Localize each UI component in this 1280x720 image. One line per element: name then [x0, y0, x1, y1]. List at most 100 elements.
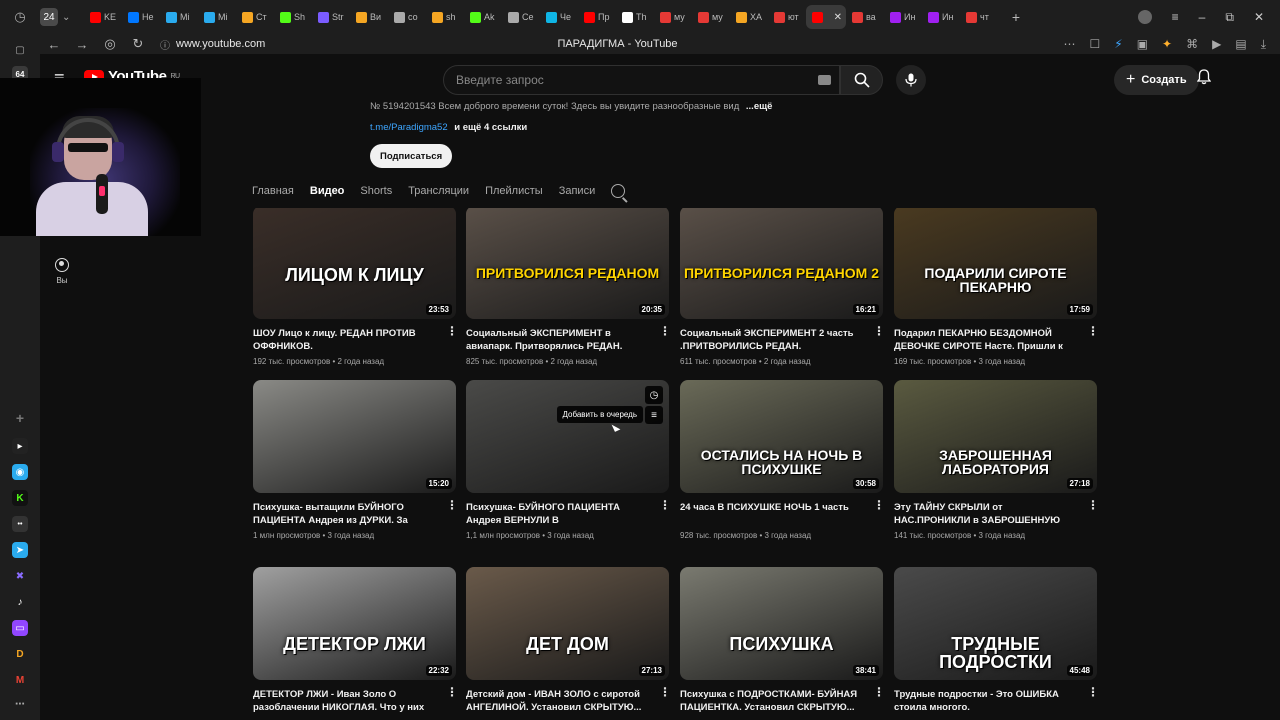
video-title[interactable]: Социальный ЭКСПЕРИМЕНТ 2 часть .ПРИТВОРИ…: [680, 327, 866, 353]
browser-tab[interactable]: Mi: [160, 5, 198, 29]
watch-later-icon[interactable]: ◷: [645, 386, 663, 404]
collections-icon[interactable]: ▤: [1235, 37, 1246, 52]
video-options-icon[interactable]: ⋮: [446, 686, 458, 698]
subscribe-button[interactable]: Подписаться: [370, 144, 453, 168]
bolt-icon[interactable]: ⚡: [1114, 37, 1122, 52]
video-options-icon[interactable]: ⋮: [1087, 686, 1099, 698]
video-options-icon[interactable]: ⋮: [659, 686, 671, 698]
browser-tab[interactable]: Mi: [198, 5, 236, 29]
browser-tab[interactable]: му: [692, 5, 730, 29]
video-card[interactable]: ОСТАЛИСЬ НА НОЧЬ В ПСИХУШКЕ 30:58 24 часа …: [680, 380, 885, 540]
video-title[interactable]: ШОУ Лицо к лицу. РЕДАН ПРОТИВ ОФФНИКОВ.: [253, 327, 439, 353]
play-icon[interactable]: ▶: [1212, 37, 1221, 52]
video-card[interactable]: ПСИХУШКА 38:41 Психушка с ПОДРОСТКАМИ- БУЙ…: [680, 567, 885, 714]
app-icon-dm[interactable]: ▸: [12, 438, 28, 454]
tab-2[interactable]: Shorts: [360, 180, 392, 202]
menu-icon[interactable]: ≡: [1172, 10, 1179, 24]
kick-icon[interactable]: K: [12, 490, 28, 506]
video-thumbnail[interactable]: ДЕТЕКТОР ЛЖИ 22:32: [253, 567, 456, 680]
browser-tab[interactable]: му: [654, 5, 692, 29]
puzzle-icon[interactable]: ⌘: [1186, 37, 1198, 52]
video-thumbnail[interactable]: ПОДАРИЛИ СИРОТЕ ПЕКАРНЮ 17:59: [894, 208, 1097, 319]
video-options-icon[interactable]: ⋮: [659, 499, 671, 511]
video-card[interactable]: ДЕТ ДОМ 27:13 Детский дом - ИВАН ЗОЛО с си…: [466, 567, 671, 714]
create-button[interactable]: + Создать: [1114, 65, 1199, 95]
restore-button[interactable]: ⧉: [1225, 10, 1234, 25]
video-card[interactable]: ЛИЦОМ К ЛИЦУ 23:53 ШОУ Лицо к лицу. РЕДАН …: [253, 208, 458, 366]
notifications-bell-icon[interactable]: [1196, 69, 1212, 88]
tab-3[interactable]: Трансляции: [408, 180, 469, 202]
tab-counter[interactable]: 24: [40, 8, 58, 26]
video-thumbnail[interactable]: ТРУДНЫЕ ПОДРОСТКИ 45:48: [894, 567, 1097, 680]
video-title[interactable]: Эту ТАЙНУ СКРЫЛИ от НАС.ПРОНИКЛИ в ЗАБРО…: [894, 501, 1080, 527]
vpn-icon[interactable]: ✦: [1162, 37, 1172, 52]
video-thumbnail[interactable]: ДЕТ ДОМ 27:13: [466, 567, 669, 680]
video-options-icon[interactable]: ⋮: [873, 686, 885, 698]
video-options-icon[interactable]: ⋮: [1087, 499, 1099, 511]
browser-tab[interactable]: Ин: [884, 5, 922, 29]
video-title[interactable]: Подарил ПЕКАРНЮ БЕЗДОМНОЙ ДЕВОЧКЕ СИРОТЕ…: [894, 327, 1080, 353]
browser-tab[interactable]: sh: [426, 5, 464, 29]
video-card[interactable]: ПОДАРИЛИ СИРОТЕ ПЕКАРНЮ 17:59 Подарил ПЕКА…: [894, 208, 1099, 366]
browser-tab[interactable]: Се: [502, 5, 540, 29]
tab-0[interactable]: Главная: [252, 180, 294, 202]
browser-tab[interactable]: Не: [122, 5, 160, 29]
telegram-icon[interactable]: ➤: [12, 542, 28, 558]
browser-tab[interactable]: Sh: [274, 5, 312, 29]
keyboard-icon[interactable]: [818, 75, 831, 85]
video-options-icon[interactable]: ⋮: [659, 325, 671, 337]
tiktok-icon[interactable]: ♪: [12, 594, 28, 610]
more-icon[interactable]: ⋯: [1064, 37, 1076, 52]
tab-1[interactable]: Видео: [310, 180, 345, 202]
description-more-link[interactable]: ...ещё: [746, 101, 773, 112]
tabs-panel-icon[interactable]: ▢: [12, 42, 28, 58]
donate-icon[interactable]: D: [12, 646, 28, 662]
reader-icon[interactable]: ◎: [96, 36, 124, 52]
video-title[interactable]: Детский дом - ИВАН ЗОЛО с сиротой АНГЕЛИ…: [466, 688, 652, 714]
video-card[interactable]: ◷ ≡ Добавить в очередь Психушка- БУЙНОГО ПА…: [466, 380, 671, 540]
video-title[interactable]: Трудные подростки - Это ОШИБКА стоила мн…: [894, 688, 1080, 714]
add-panel-icon[interactable]: +: [12, 410, 28, 426]
browser-tab[interactable]: Ст: [236, 5, 274, 29]
video-thumbnail[interactable]: ◷ ≡ Добавить в очередь: [466, 380, 669, 493]
video-card[interactable]: ДЕТЕКТОР ЛЖИ 22:32 ДЕТЕКТОР ЛЖИ - Иван Зол…: [253, 567, 458, 714]
video-options-icon[interactable]: ⋮: [873, 499, 885, 511]
browser-tab[interactable]: ХА: [730, 5, 768, 29]
close-tab-icon[interactable]: ✕: [834, 12, 842, 23]
close-window-button[interactable]: ✕: [1254, 10, 1264, 24]
profile-icon[interactable]: [1137, 10, 1152, 24]
browser-tab[interactable]: Ak: [464, 5, 502, 29]
site-info-icon[interactable]: ⓘ: [160, 37, 170, 52]
channel-search-icon[interactable]: [611, 184, 626, 198]
video-thumbnail[interactable]: ОСТАЛИСЬ НА НОЧЬ В ПСИХУШКЕ 30:58: [680, 380, 883, 493]
history-icon[interactable]: ◷: [0, 9, 40, 25]
video-thumbnail[interactable]: ПРИТВОРИЛСЯ РЕДАНОМ 2 16:21: [680, 208, 883, 319]
chevron-down-icon[interactable]: ⌄: [62, 12, 78, 23]
video-options-icon[interactable]: ⋮: [446, 499, 458, 511]
sidebar-item-you[interactable]: Вы: [52, 258, 72, 285]
new-tab-button[interactable]: +: [1004, 5, 1028, 29]
telegram-link[interactable]: t.me/Paradigma52: [370, 122, 448, 133]
video-options-icon[interactable]: ⋮: [873, 325, 885, 337]
video-title[interactable]: 24 часа В ПСИХУШКЕ НОЧЬ 1 часть: [680, 501, 866, 527]
video-title[interactable]: Социальный ЭКСПЕРИМЕНТ в авиапарк. Притв…: [466, 327, 652, 353]
add-to-queue-icon[interactable]: ≡: [645, 406, 663, 424]
browser-tab[interactable]: Ин: [922, 5, 960, 29]
reload-button[interactable]: ↻: [124, 36, 152, 52]
browser-tab[interactable]: KE: [84, 5, 122, 29]
url-field[interactable]: ⓘ www.youtube.com: [160, 37, 265, 52]
video-title[interactable]: ДЕТЕКТОР ЛЖИ - Иван Золо О разоблачении …: [253, 688, 439, 714]
channel-description[interactable]: № 5194201543 Всем доброго времени суток!…: [370, 101, 772, 112]
browser-tab[interactable]: чт: [960, 5, 998, 29]
video-card[interactable]: ЗАБРОШЕННАЯ ЛАБОРАТОРИЯ 27:18 Эту ТАЙНУ СК…: [894, 380, 1099, 540]
back-button[interactable]: ←: [40, 37, 68, 52]
browser-tab[interactable]: Че: [540, 5, 578, 29]
video-card[interactable]: 15:20 Психушка- вытащили БУЙНОГО ПАЦИЕНТА…: [253, 380, 458, 540]
browser-tab[interactable]: ✕: [806, 5, 846, 29]
browser-tab[interactable]: Ви: [350, 5, 388, 29]
video-thumbnail[interactable]: ПРИТВОРИЛСЯ РЕДАНОМ 20:35: [466, 208, 669, 319]
video-card[interactable]: ПРИТВОРИЛСЯ РЕДАНОМ 20:35 Социальный ЭКСПЕ…: [466, 208, 671, 366]
gmail-icon[interactable]: M: [12, 672, 28, 688]
tab-5[interactable]: Записи: [559, 180, 596, 202]
streamer-icon[interactable]: ✖: [12, 568, 28, 584]
